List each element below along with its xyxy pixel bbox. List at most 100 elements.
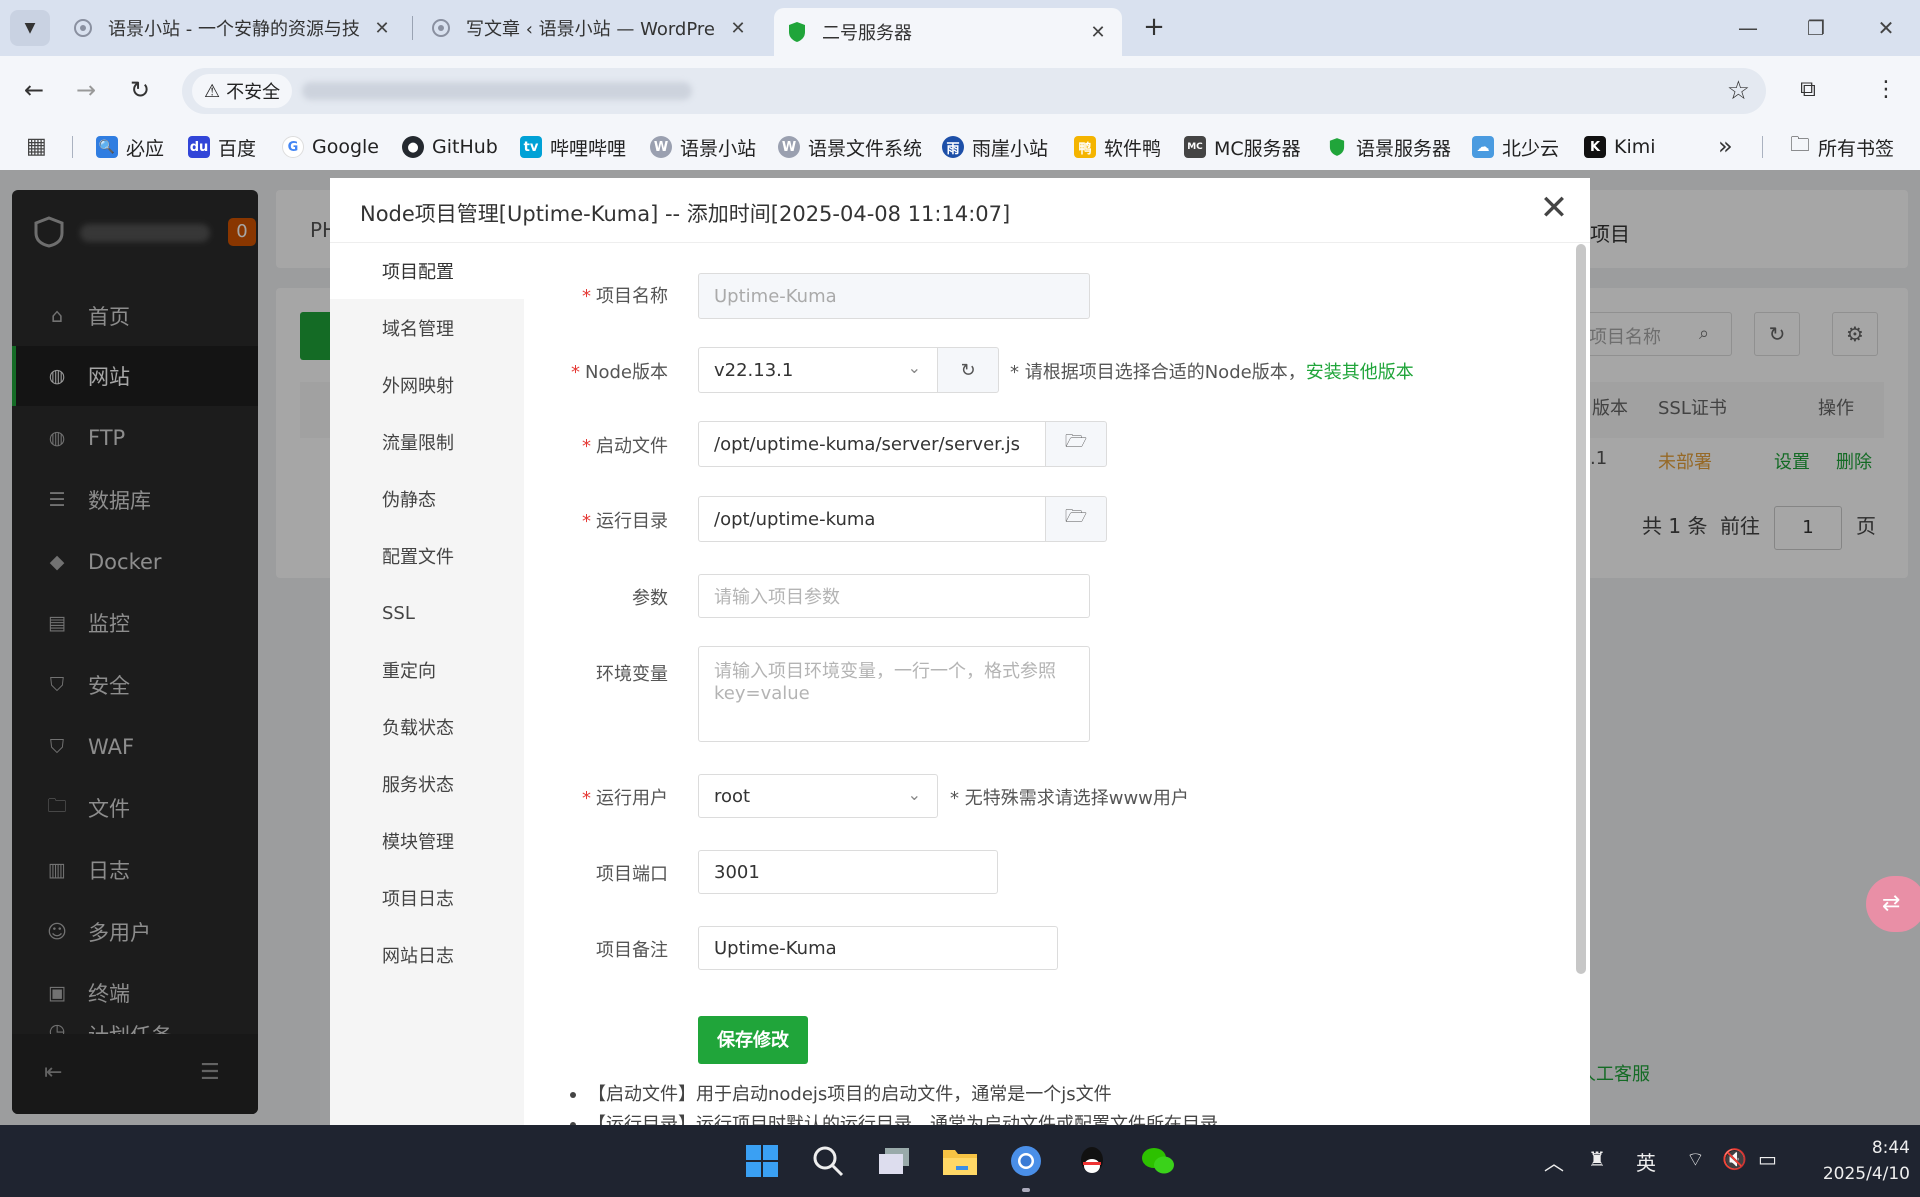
search-icon[interactable] <box>808 1141 848 1181</box>
window-close-button[interactable]: ✕ <box>1866 10 1906 46</box>
env-vars-textarea[interactable]: 请输入项目环境变量，一行一个，格式参照key=value <box>698 646 1090 742</box>
field-label: * Node版本 <box>571 362 668 383</box>
new-tab-button[interactable]: + <box>1138 12 1170 44</box>
args-input[interactable]: 请输入项目参数 <box>698 574 1090 618</box>
bookmark-baidu[interactable]: du 百度 <box>188 134 256 160</box>
bookmark-ruanjianya[interactable]: 鸭软件鸭 <box>1074 134 1161 160</box>
bookmark-star-icon[interactable]: ☆ <box>1727 76 1750 106</box>
modal-scrollbar[interactable] <box>1576 244 1586 974</box>
google-icon: G <box>282 136 304 158</box>
bookmark-bing[interactable]: 🔍 必应 <box>96 134 164 160</box>
wordpress-icon: W <box>650 136 672 158</box>
modal-nav: 项目配置 域名管理 外网映射 流量限制 伪静态 配置文件 SSL 重定向 负载状… <box>330 243 524 1125</box>
bookmark-google[interactable]: G Google <box>282 134 379 160</box>
volume-muted-icon[interactable]: 🔇 <box>1722 1147 1747 1171</box>
node-project-modal: Node项目管理[Uptime-Kuma] -- 添加时间[2025-04-08… <box>330 178 1590 1125</box>
qq-icon[interactable] <box>1072 1141 1112 1181</box>
bookmarks-overflow-icon[interactable]: » <box>1718 132 1733 160</box>
forward-button[interactable]: → <box>68 72 104 108</box>
modal-nav-external-mapping[interactable]: 外网映射 <box>330 357 524 413</box>
close-icon[interactable]: ✕ <box>726 18 750 39</box>
folder-open-icon: 🗁 <box>1064 431 1088 452</box>
run-directory-input[interactable]: /opt/uptime-kuma <box>698 496 1046 542</box>
tab-separator <box>412 16 413 40</box>
ime-indicator[interactable]: 英 <box>1636 1147 1656 1176</box>
chevron-down-icon: ▼ <box>24 20 36 36</box>
wordpress-icon <box>430 17 452 39</box>
reload-button[interactable]: ↻ <box>122 72 158 108</box>
wechat-icon[interactable] <box>1138 1141 1178 1181</box>
wifi-icon[interactable]: ⌔ <box>1686 1147 1705 1172</box>
bookmark-yujing-files[interactable]: W 语景文件系统 <box>778 134 922 160</box>
extensions-icon[interactable]: ⧉ <box>1790 72 1826 108</box>
modal-nav-traffic-limit[interactable]: 流量限制 <box>330 414 524 470</box>
bookmark-yuya-site[interactable]: 雨雨崖小站 <box>942 134 1048 160</box>
modal-nav-load-status[interactable]: 负载状态 <box>330 699 524 755</box>
bookmark-bilibili[interactable]: tv 哔哩哔哩 <box>520 134 626 160</box>
field-label: 环境变量 <box>596 664 668 685</box>
bookmark-github[interactable]: ● GitHub <box>402 134 498 160</box>
bookmark-yujing-server[interactable]: 语景服务器 <box>1326 134 1451 160</box>
refresh-icon: ↻ <box>960 359 976 381</box>
modal-nav-project-config[interactable]: 项目配置 <box>330 243 524 299</box>
security-chip[interactable]: ⚠ 不安全 <box>192 74 293 108</box>
modal-nav-domain[interactable]: 域名管理 <box>330 300 524 356</box>
warning-icon: ⚠ <box>204 80 221 102</box>
file-explorer-icon[interactable] <box>940 1141 980 1181</box>
modal-nav-modules[interactable]: 模块管理 <box>330 813 524 869</box>
back-button[interactable]: ← <box>16 72 52 108</box>
close-icon: ✕ <box>1539 188 1569 228</box>
tab-search-button[interactable]: ▼ <box>10 10 50 46</box>
modal-nav-rewrite[interactable]: 伪静态 <box>330 471 524 527</box>
address-bar[interactable]: ⚠ 不安全 ☆ <box>182 68 1766 114</box>
modal-nav-redirect[interactable]: 重定向 <box>330 642 524 698</box>
project-name-input[interactable]: Uptime-Kuma <box>698 273 1090 319</box>
tab-yujing-home[interactable]: 语景小站 - 一个安静的资源与技 ✕ <box>60 8 406 48</box>
save-button[interactable]: 保存修改 <box>698 1016 808 1064</box>
bookmark-kimi[interactable]: K Kimi <box>1584 134 1656 160</box>
wordpress-icon: W <box>778 136 800 158</box>
all-bookmarks[interactable]: 🗀 所有书签 <box>1790 132 1894 160</box>
close-icon[interactable]: ✕ <box>370 18 394 39</box>
start-file-input[interactable]: /opt/uptime-kuma/server/server.js <box>698 421 1046 467</box>
browse-start-file-button[interactable]: 🗁 <box>1045 421 1107 467</box>
baota-shield-icon <box>786 21 808 43</box>
cloud-icon: ☁ <box>1472 136 1494 158</box>
bookmark-beishaoyun[interactable]: ☁ 北少云 <box>1472 134 1559 160</box>
modal-close-button[interactable]: ✕ <box>1534 188 1574 228</box>
modal-nav-ssl[interactable]: SSL <box>330 585 524 641</box>
close-icon[interactable]: ✕ <box>1086 22 1110 43</box>
apps-grid-icon[interactable]: ▦ <box>26 134 47 159</box>
translate-icon[interactable]: ⇄ <box>1866 876 1920 932</box>
install-other-versions-link[interactable]: 安装其他版本 <box>1306 362 1414 383</box>
windows-start-icon[interactable] <box>742 1141 782 1181</box>
modal-nav-service-status[interactable]: 服务状态 <box>330 756 524 812</box>
field-label: * 启动文件 <box>582 436 668 457</box>
project-remark-input[interactable]: Uptime-Kuma <box>698 926 1058 970</box>
project-port-input[interactable]: 3001 <box>698 850 998 894</box>
bookmark-yujing-site[interactable]: W 语景小站 <box>650 134 756 160</box>
run-user-select[interactable]: root ⌄ <box>698 774 938 818</box>
battery-icon[interactable]: ▭ <box>1758 1147 1777 1171</box>
more-menu-icon[interactable]: ⋮ <box>1868 72 1904 108</box>
modal-nav-project-log[interactable]: 项目日志 <box>330 870 524 926</box>
clock-date: 2025/4/10 <box>1822 1164 1910 1184</box>
restore-button[interactable]: ❐ <box>1796 10 1836 46</box>
minimize-button[interactable]: — <box>1728 10 1768 46</box>
system-clock[interactable]: 8:44 2025/4/10 <box>1800 1135 1910 1187</box>
modal-nav-site-log[interactable]: 网站日志 <box>330 927 524 983</box>
node-version-select[interactable]: v22.13.1 ⌄ <box>698 347 938 393</box>
task-view-icon[interactable] <box>874 1141 914 1181</box>
duck-icon: 鸭 <box>1074 136 1096 158</box>
tab-server-2[interactable]: 二号服务器 ✕ <box>774 8 1122 56</box>
chrome-icon[interactable] <box>1006 1141 1046 1181</box>
note-start-file: 【启动文件】用于启动nodejs项目的启动文件，通常是一个js文件 <box>570 1080 1112 1106</box>
tray-app-icon[interactable]: ♜ <box>1588 1147 1606 1171</box>
modal-nav-config-file[interactable]: 配置文件 <box>330 528 524 584</box>
tray-overflow-icon[interactable]: ︿ <box>1544 1147 1564 1176</box>
bookmark-mc-server[interactable]: MC MC服务器 <box>1184 134 1301 160</box>
refresh-versions-button[interactable]: ↻ <box>937 347 999 393</box>
browse-run-directory-button[interactable]: 🗁 <box>1045 496 1107 542</box>
tab-title: 写文章 ‹ 语景小站 — WordPre <box>466 19 715 40</box>
tab-write-post[interactable]: 写文章 ‹ 语景小站 — WordPre ✕ <box>418 8 762 48</box>
